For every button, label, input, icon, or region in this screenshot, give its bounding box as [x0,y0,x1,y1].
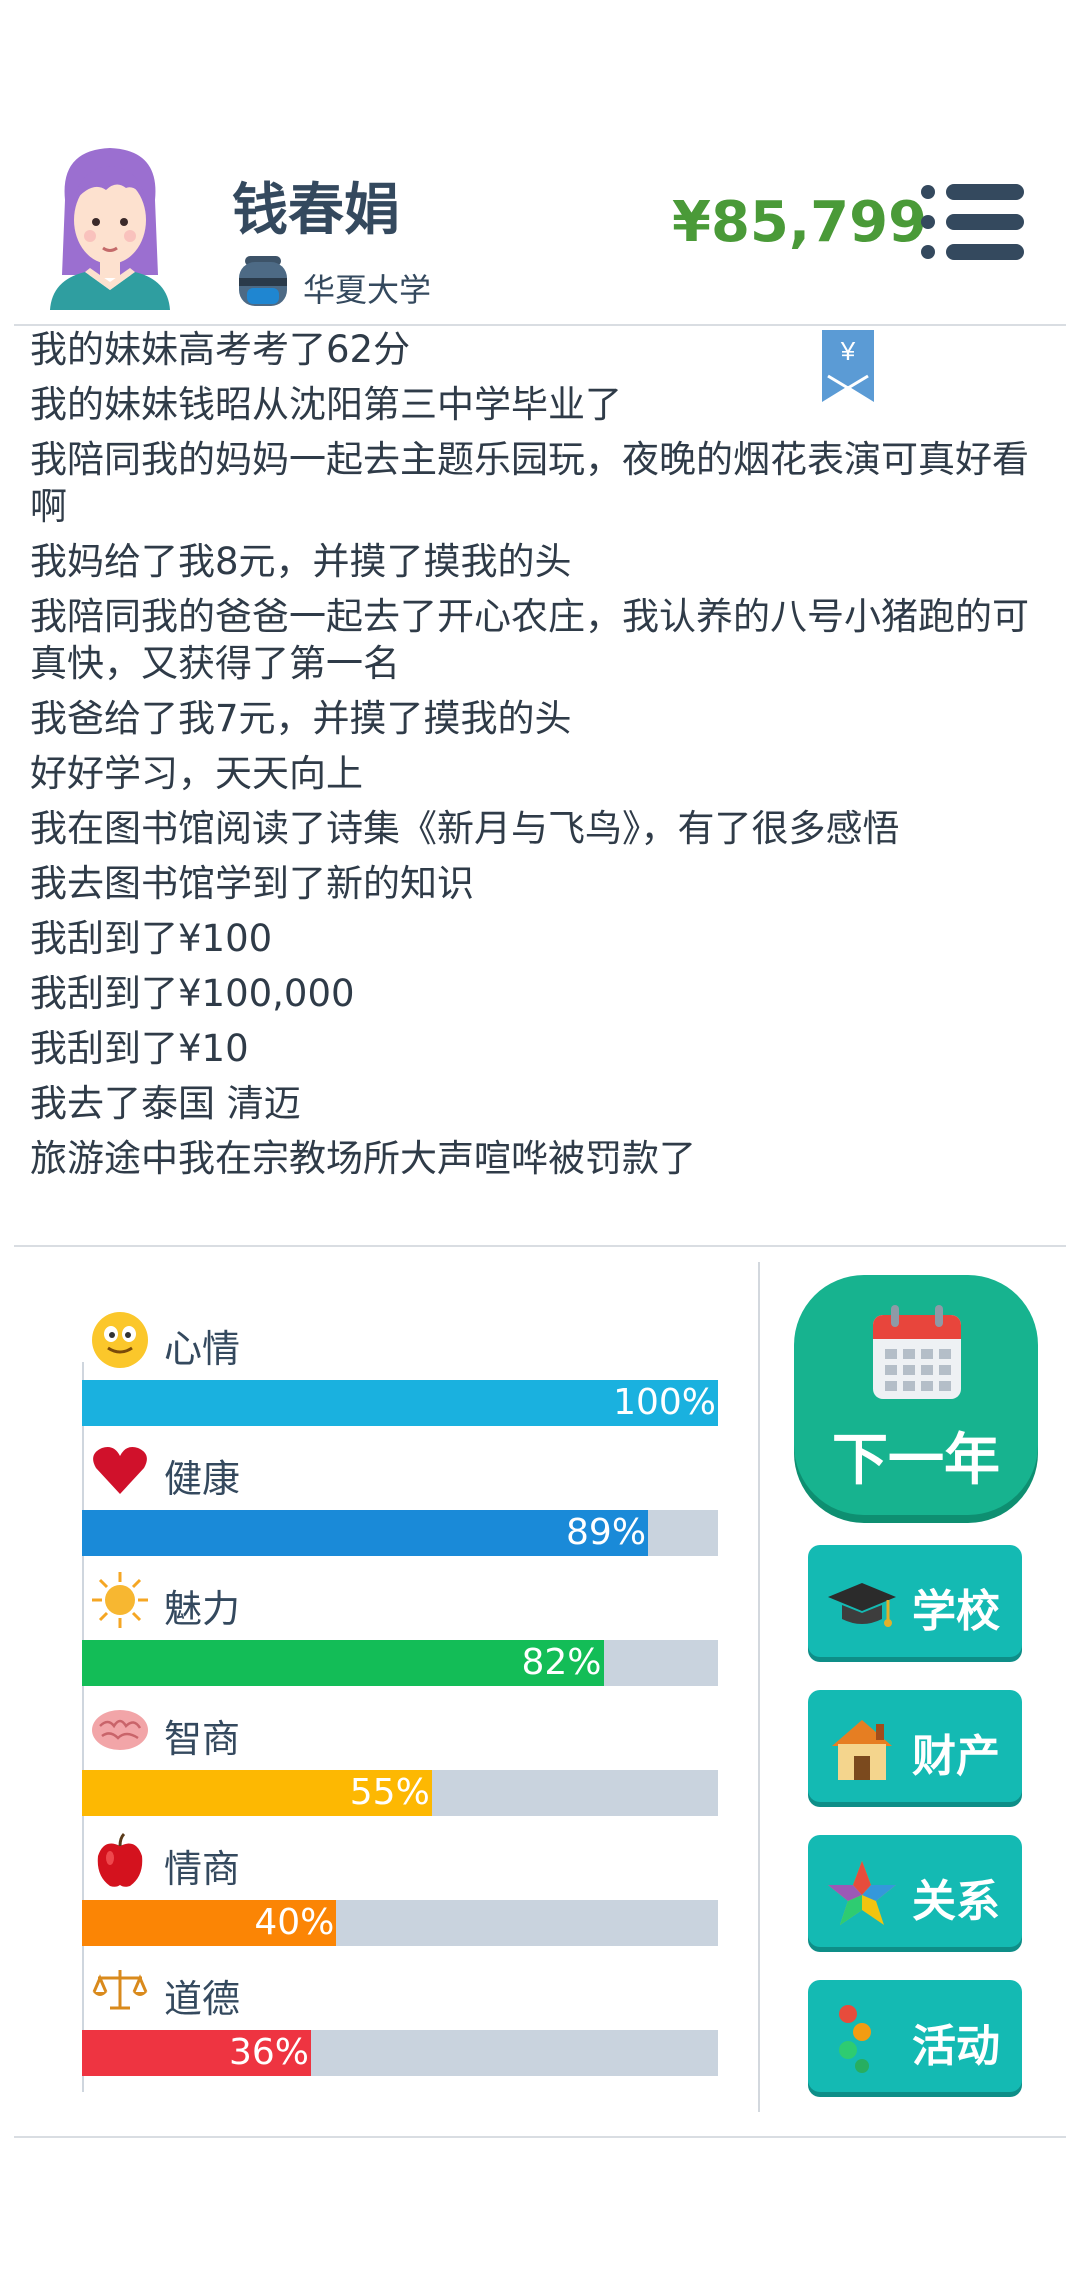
stat-track: 100% [82,1380,718,1426]
stat-percent: 89% [566,1512,647,1553]
stat-eq: 情商 40% [82,1830,718,1960]
school-name: 华夏大学 [303,271,432,309]
school-label: 学校 [912,1586,1000,1637]
stat-percent: 100% [613,1382,716,1423]
log-entry: 我刮到了¥100 [30,917,273,960]
log-entry: 我陪同我的爸爸一起去了开心农庄，我认养的八号小猪跑的可真快，又获得了第一名 [30,595,1029,685]
log-entry: 我爸给了我7元，并摸了摸我的头 [30,697,572,740]
player-name: 钱春娟 [232,178,400,243]
stat-percent: 36% [228,2032,309,2073]
log-entry: 我的妹妹钱昭从沈阳第三中学毕业了 [30,383,622,426]
stat-track: 89% [82,1510,718,1556]
panel-divider [758,1262,760,2112]
log-entry: 我陪同我的妈妈一起去主题乐园玩，夜晚的烟花表演可真好看啊 [30,438,1029,528]
smiley-icon [92,1312,148,1368]
log-entry: 我刮到了¥10 [30,1027,249,1070]
avatar [50,148,170,310]
graduation-cap-icon [828,1583,896,1627]
stats-panel: 心情 100% 健康 89% 魅力 82% 智商 55% 情商 40% 道德 3… [0,1252,760,2102]
stat-bar: 36% [82,2030,311,2076]
money-balance: ¥85,799 [672,190,928,255]
stat-bar: 40% [82,1900,337,1946]
log-entry: 旅游途中我在宗教场所大声喧哗被罚款了 [30,1137,696,1180]
stat-bar: 100% [82,1380,718,1426]
log-entry: 好好学习，天天向上 [30,752,363,795]
star-icon [828,1861,896,1925]
stat-track: 36% [82,2030,718,2076]
stat-label: 情商 [164,1847,241,1891]
school-button[interactable]: 学校 [808,1545,1022,1657]
property-button[interactable]: 财产 [808,1690,1022,1802]
apple-icon [97,1832,143,1887]
stat-mood: 心情 100% [82,1310,718,1440]
stat-label: 健康 [164,1457,241,1501]
stat-percent: 55% [349,1772,430,1813]
log-entry: 我刮到了¥100,000 [30,972,355,1015]
activities-label: 活动 [912,2021,1000,2072]
stat-track: 40% [82,1900,718,1946]
activity-dots-icon [839,2005,871,2073]
stat-track: 82% [82,1640,718,1686]
stat-label: 智商 [164,1717,241,1761]
stat-percent: 40% [254,1902,335,1943]
heart-icon [93,1447,147,1494]
next-year-button[interactable]: 下一年 [794,1275,1038,1515]
relations-label: 关系 [912,1876,1000,1927]
stat-label: 道德 [164,1977,241,2021]
sun-icon [92,1572,148,1628]
stat-charm: 魅力 82% [82,1570,718,1700]
next-year-label: 下一年 [832,1428,1000,1493]
bookmark-icon[interactable]: ¥ [822,330,874,402]
stat-bar: 89% [82,1510,649,1556]
calendar-icon [873,1305,961,1399]
scales-icon [92,1970,148,2010]
log-entry: 我去图书馆学到了新的知识 [30,862,474,905]
log-entry: 我的妹妹高考考了62分 [30,328,411,371]
stat-label: 魅力 [164,1587,241,1631]
menu-icon[interactable] [920,182,1026,262]
log-entry: 我妈给了我8元，并摸了摸我的头 [30,540,572,583]
relations-button[interactable]: 关系 [808,1835,1022,1947]
log-entry: 我在图书馆阅读了诗集《新月与飞鸟》，有了很多感悟 [30,807,900,850]
stat-bar: 55% [82,1770,432,1816]
stat-percent: 82% [521,1642,602,1683]
event-log[interactable]: 我的妹妹高考考了62分 我的妹妹钱昭从沈阳第三中学毕业了 我陪同我的妈妈一起去主… [30,326,1040,1190]
brain-icon [92,1710,148,1750]
stat-health: 健康 89% [82,1440,718,1570]
backpack-icon [239,256,287,306]
profile-header: 钱春娟 华夏大学 ¥85,799 [0,130,1080,326]
stat-track: 55% [82,1770,718,1816]
bookmark-symbol: ¥ [840,336,856,366]
footer-divider [14,2136,1066,2138]
stat-morality: 道德 36% [82,1960,718,2090]
stat-label: 心情 [164,1327,241,1371]
activities-button[interactable]: 活动 [808,1980,1022,2092]
log-divider [14,1245,1066,1247]
stat-bar: 82% [82,1640,604,1686]
house-icon [832,1720,892,1780]
log-entry: 我去了泰国 清迈 [30,1082,301,1125]
stat-iq: 智商 55% [82,1700,718,1830]
property-label: 财产 [912,1731,1000,1782]
